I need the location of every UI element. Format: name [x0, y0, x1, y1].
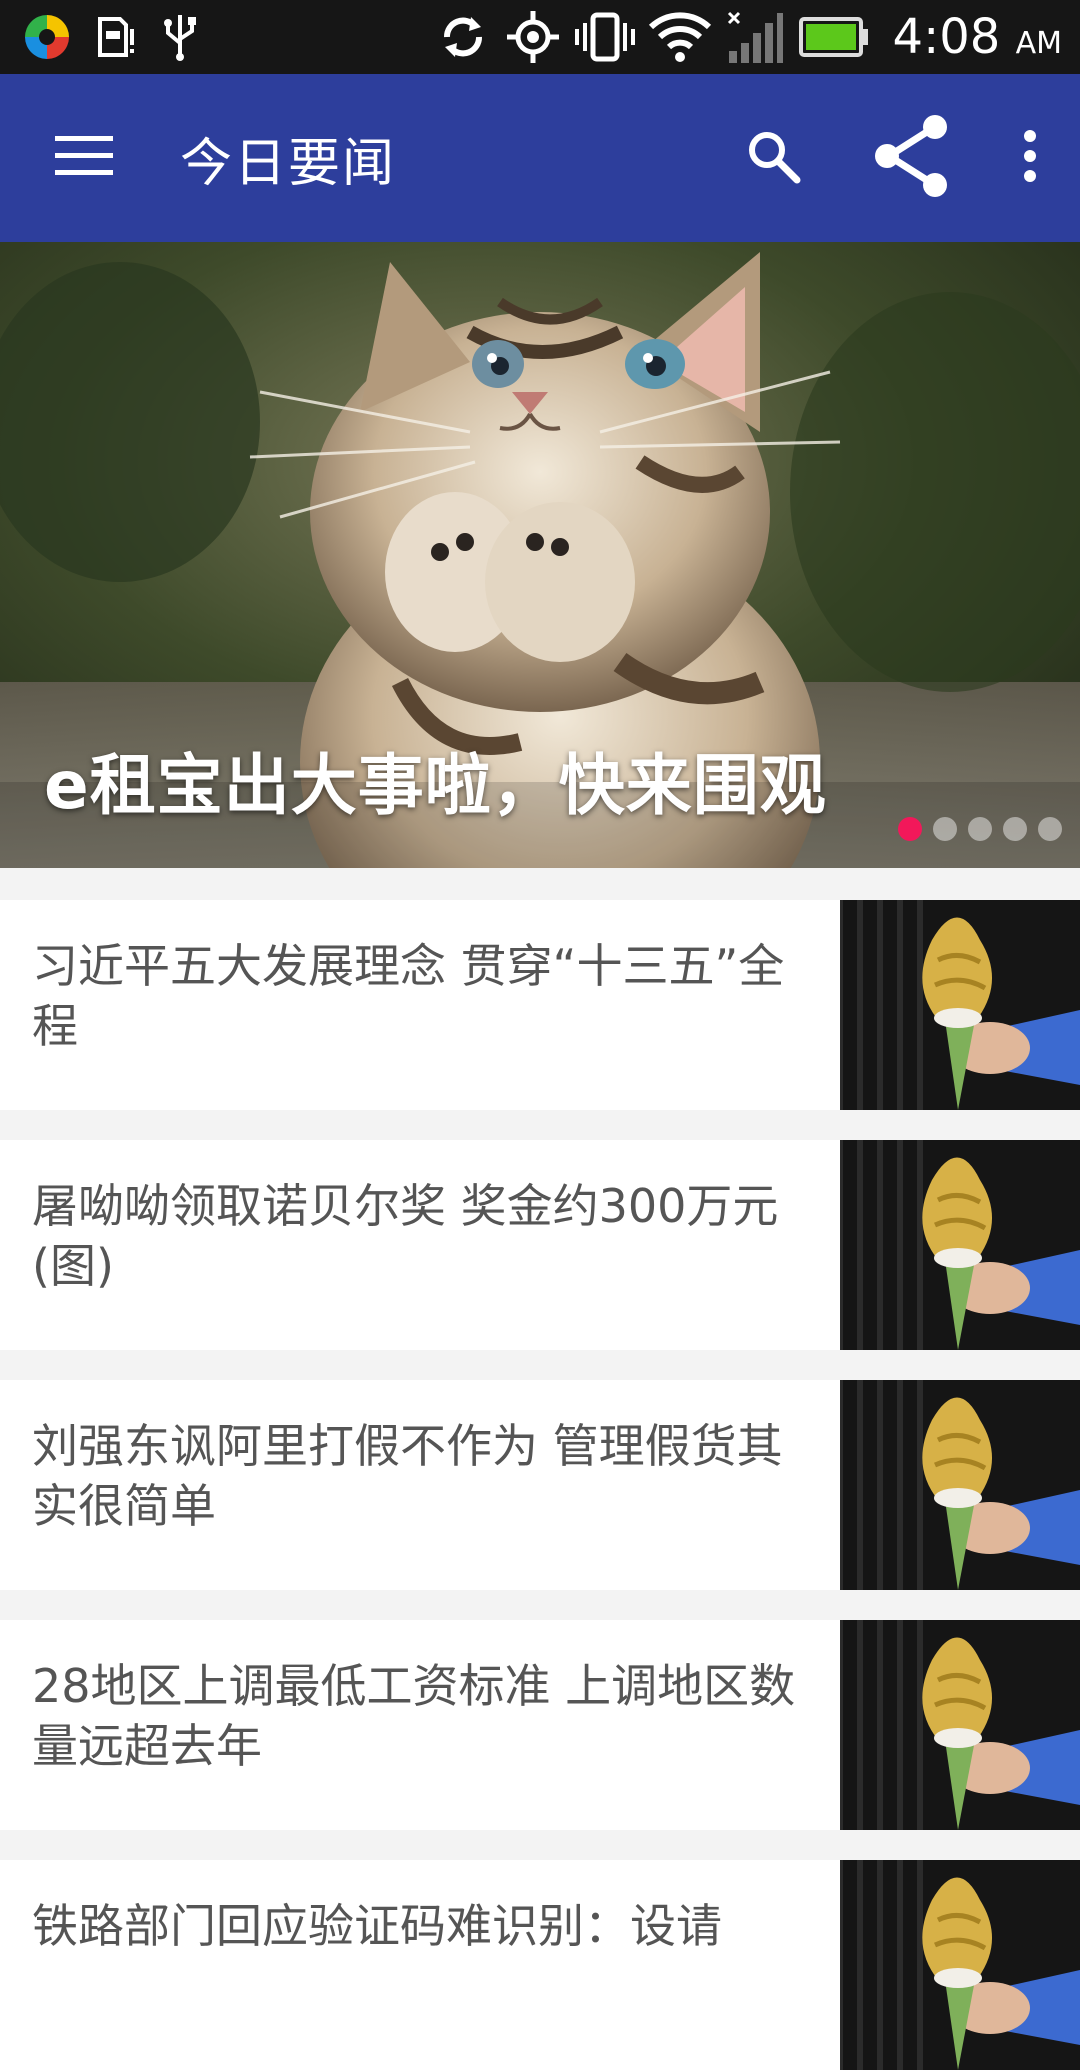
carousel-dot-active[interactable] — [898, 817, 922, 841]
carousel-dot[interactable] — [1003, 817, 1027, 841]
app-logo-icon — [22, 12, 72, 62]
menu-icon — [55, 134, 113, 182]
news-item[interactable]: 习近平五大发展理念 贯穿“十三五”全程 — [0, 900, 1080, 1110]
news-item[interactable]: 28地区上调最低工资标准 上调地区数量远超去年 — [0, 1620, 1080, 1830]
news-title: 屠呦呦领取诺贝尔奖 奖金约300万元(图) — [32, 1179, 779, 1293]
page-title: 今日要闻 — [180, 133, 397, 194]
app-bar: 今日要闻 — [0, 74, 1080, 242]
news-thumbnail — [840, 1140, 1080, 1350]
menu-button[interactable] — [0, 74, 168, 242]
banner-carousel[interactable]: e租宝出大事啦，快来围观 — [0, 242, 1080, 868]
news-title: 刘强东讽阿里打假不作为 管理假货其实很简单 — [32, 1419, 783, 1533]
carousel-indicator — [898, 817, 1062, 841]
news-item[interactable]: 刘强东讽阿里打假不作为 管理假货其实很简单 — [0, 1380, 1080, 1590]
news-thumbnail — [840, 1380, 1080, 1590]
sync-icon — [435, 9, 491, 65]
carousel-dot[interactable] — [968, 817, 992, 841]
carousel-dot[interactable] — [933, 817, 957, 841]
news-title: 铁路部门回应验证码难识别：设请 — [32, 1899, 722, 1953]
sim-alert-icon — [94, 15, 138, 59]
carousel-dot[interactable] — [1038, 817, 1062, 841]
more-options-button[interactable] — [980, 74, 1080, 242]
search-icon — [745, 128, 801, 188]
news-item[interactable]: 屠呦呦领取诺贝尔奖 奖金约300万元(图) — [0, 1140, 1080, 1350]
share-icon — [873, 114, 949, 202]
news-thumbnail — [840, 1620, 1080, 1830]
vibrate-icon — [574, 9, 635, 65]
search-button[interactable] — [704, 74, 842, 242]
status-clock: 4:08 AM — [892, 9, 1062, 65]
status-bar: 4:08 AM — [0, 0, 1080, 74]
gps-icon — [505, 9, 561, 65]
usb-icon — [160, 13, 200, 61]
signal-icon — [725, 9, 785, 65]
share-button[interactable] — [842, 74, 980, 242]
news-title: 28地区上调最低工资标准 上调地区数量远超去年 — [32, 1659, 796, 1773]
banner-caption: e租宝出大事啦，快来围观 — [44, 747, 827, 824]
news-title: 习近平五大发展理念 贯穿“十三五”全程 — [32, 939, 785, 1053]
news-thumbnail — [840, 1860, 1080, 2070]
news-item[interactable]: 铁路部门回应验证码难识别：设请 — [0, 1860, 1080, 2070]
battery-icon — [798, 17, 869, 57]
news-thumbnail — [840, 900, 1080, 1110]
wifi-icon — [648, 9, 711, 65]
more-vert-icon — [1023, 130, 1037, 186]
